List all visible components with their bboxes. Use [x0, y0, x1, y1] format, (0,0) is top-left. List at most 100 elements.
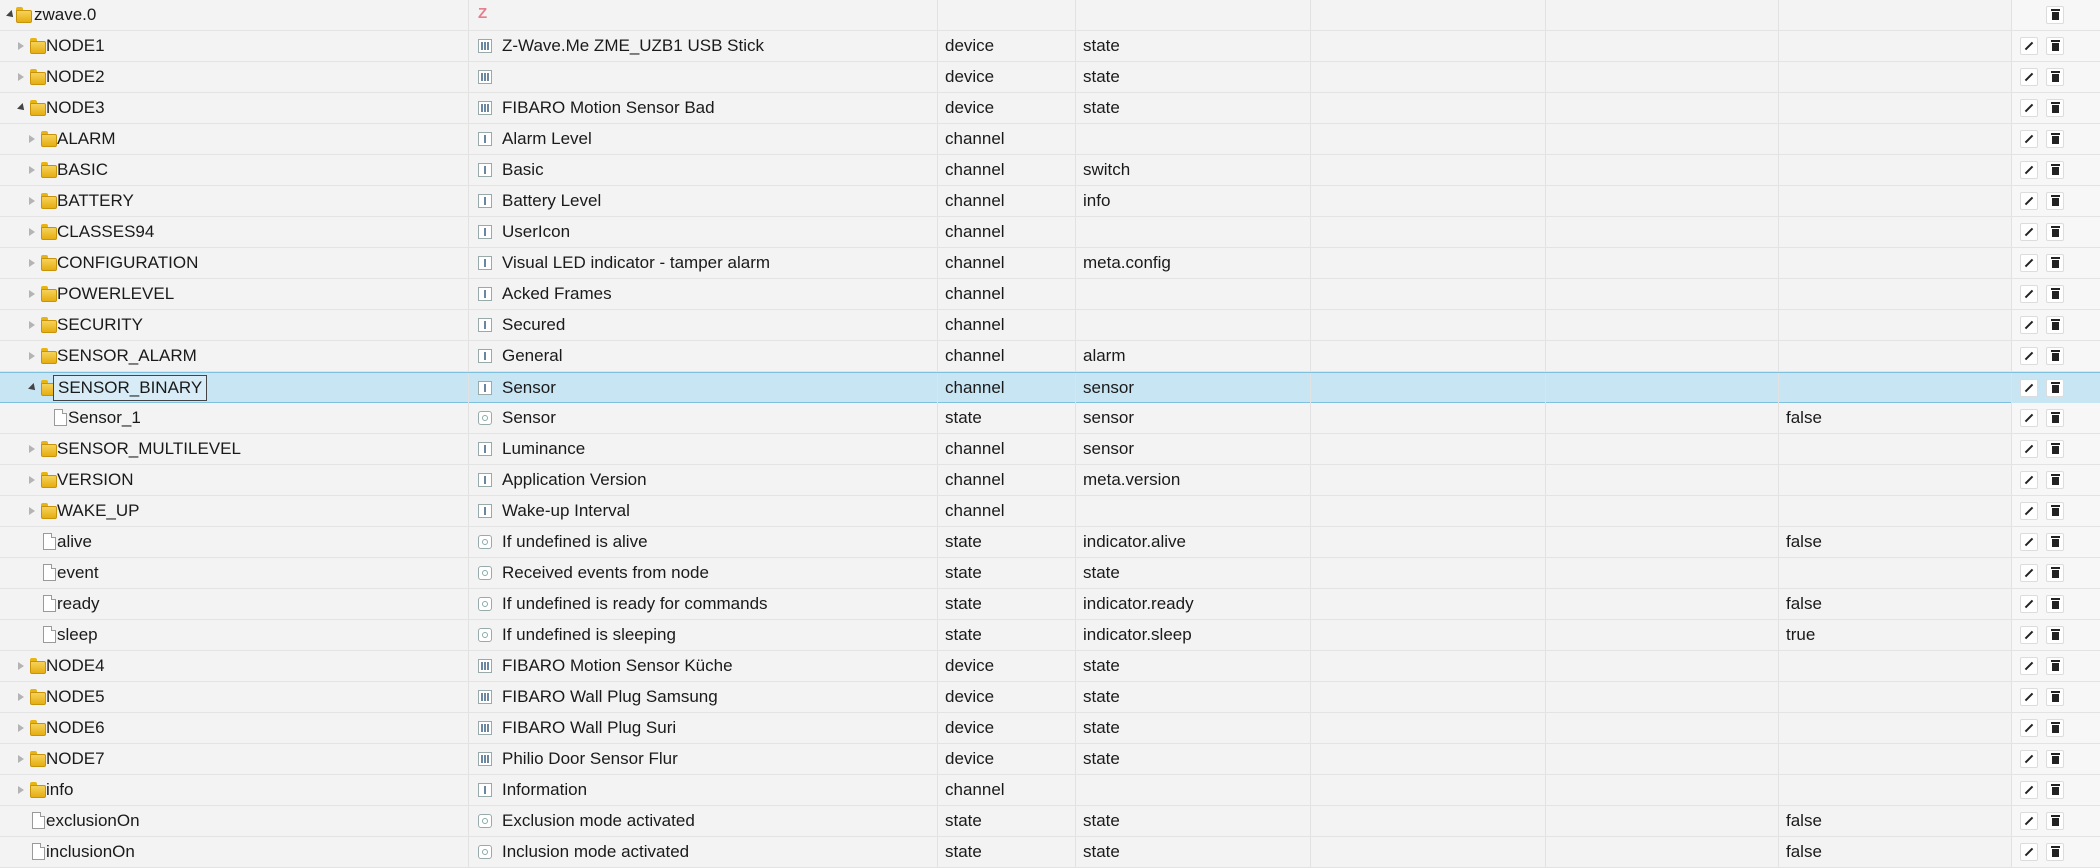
- delete-button[interactable]: [2046, 719, 2064, 737]
- delete-button[interactable]: [2046, 626, 2064, 644]
- edit-button[interactable]: [2020, 502, 2038, 520]
- expand-toggle-icon[interactable]: [29, 476, 35, 484]
- edit-button[interactable]: [2020, 161, 2038, 179]
- expand-toggle-icon[interactable]: [29, 197, 35, 205]
- delete-button[interactable]: [2046, 440, 2064, 458]
- edit-button[interactable]: [2020, 347, 2038, 365]
- expand-toggle-icon[interactable]: [29, 507, 35, 515]
- tree-row-folder[interactable]: CONFIGURATION Visual LED indicator - tamp…: [0, 248, 2100, 279]
- delete-button[interactable]: [2046, 750, 2064, 768]
- edit-button[interactable]: [2020, 379, 2038, 397]
- edit-button[interactable]: [2020, 285, 2038, 303]
- tree-row-folder[interactable]: NODE1 Z-Wave.Me ZME_UZB1 USB Stick device s…: [0, 31, 2100, 62]
- tree-row-folder[interactable]: NODE7 Philio Door Sensor Flur device state: [0, 744, 2100, 775]
- collapse-toggle-icon[interactable]: [6, 10, 16, 20]
- edit-button[interactable]: [2020, 626, 2038, 644]
- delete-button[interactable]: [2046, 379, 2064, 397]
- tree-row-state[interactable]: inclusionOn Inclusion mode activated state…: [0, 837, 2100, 868]
- edit-button[interactable]: [2020, 440, 2038, 458]
- delete-button[interactable]: [2046, 409, 2064, 427]
- edit-button[interactable]: [2020, 37, 2038, 55]
- tree-row-folder[interactable]: BATTERY Battery Level channel info: [0, 186, 2100, 217]
- edit-button[interactable]: [2020, 68, 2038, 86]
- delete-button[interactable]: [2046, 347, 2064, 365]
- delete-button[interactable]: [2046, 285, 2064, 303]
- edit-button[interactable]: [2020, 130, 2038, 148]
- delete-button[interactable]: [2046, 595, 2064, 613]
- expand-toggle-icon[interactable]: [18, 73, 24, 81]
- edit-button[interactable]: [2020, 750, 2038, 768]
- edit-button[interactable]: [2020, 223, 2038, 241]
- delete-button[interactable]: [2046, 223, 2064, 241]
- tree-row-folder[interactable]: ALARM Alarm Level channel: [0, 124, 2100, 155]
- delete-button[interactable]: [2046, 192, 2064, 210]
- tree-row-folder[interactable]: WAKE_UP Wake-up Interval channel: [0, 496, 2100, 527]
- edit-button[interactable]: [2020, 254, 2038, 272]
- tree-row-folder[interactable]: BASIC Basic channel switch: [0, 155, 2100, 186]
- expand-toggle-icon[interactable]: [29, 228, 35, 236]
- tree-row-state[interactable]: ready If undefined is ready for commands s…: [0, 589, 2100, 620]
- tree-row-state[interactable]: alive If undefined is alive state indicator…: [0, 527, 2100, 558]
- tree-row-folder[interactable]: VERSION Application Version channel meta.ve…: [0, 465, 2100, 496]
- expand-toggle-icon[interactable]: [29, 352, 35, 360]
- tree-row-folder[interactable]: NODE5 FIBARO Wall Plug Samsung device state: [0, 682, 2100, 713]
- delete-button[interactable]: [2046, 37, 2064, 55]
- delete-button[interactable]: [2046, 471, 2064, 489]
- tree-row-folder[interactable]: SENSOR_MULTILEVEL Luminance channel sensor: [0, 434, 2100, 465]
- tree-row-folder[interactable]: NODE3 FIBARO Motion Sensor Bad device state: [0, 93, 2100, 124]
- expand-toggle-icon[interactable]: [29, 259, 35, 267]
- tree-row-folder[interactable]: NODE4 FIBARO Motion Sensor Küche device sta…: [0, 651, 2100, 682]
- delete-button[interactable]: [2046, 161, 2064, 179]
- tree-row-folder[interactable]: zwave.0 Z: [0, 0, 2100, 31]
- delete-button[interactable]: [2046, 812, 2064, 830]
- tree-row-state[interactable]: sleep If undefined is sleeping state indica…: [0, 620, 2100, 651]
- tree-row-folder[interactable]: NODE6 FIBARO Wall Plug Suri device state: [0, 713, 2100, 744]
- edit-button[interactable]: [2020, 688, 2038, 706]
- edit-button[interactable]: [2020, 533, 2038, 551]
- tree-row-state[interactable]: event Received events from node state state: [0, 558, 2100, 589]
- expand-toggle-icon[interactable]: [29, 290, 35, 298]
- edit-button[interactable]: [2020, 192, 2038, 210]
- collapse-toggle-icon[interactable]: [17, 103, 27, 113]
- tree-row-folder[interactable]: SECURITY Secured channel: [0, 310, 2100, 341]
- expand-toggle-icon[interactable]: [29, 135, 35, 143]
- tree-row-folder[interactable]: NODE2 device state: [0, 62, 2100, 93]
- collapse-toggle-icon[interactable]: [28, 383, 38, 393]
- expand-toggle-icon[interactable]: [29, 166, 35, 174]
- edit-button[interactable]: [2020, 719, 2038, 737]
- delete-button[interactable]: [2046, 533, 2064, 551]
- delete-button[interactable]: [2046, 254, 2064, 272]
- delete-button[interactable]: [2046, 316, 2064, 334]
- edit-button[interactable]: [2020, 812, 2038, 830]
- edit-button[interactable]: [2020, 471, 2038, 489]
- delete-button[interactable]: [2046, 688, 2064, 706]
- expand-toggle-icon[interactable]: [18, 42, 24, 50]
- expand-toggle-icon[interactable]: [18, 786, 24, 794]
- expand-toggle-icon[interactable]: [18, 724, 24, 732]
- expand-toggle-icon[interactable]: [18, 693, 24, 701]
- delete-button[interactable]: [2046, 68, 2064, 86]
- tree-row-folder[interactable]: SENSOR_ALARM General channel alarm: [0, 341, 2100, 372]
- delete-button[interactable]: [2046, 564, 2064, 582]
- delete-button[interactable]: [2046, 130, 2064, 148]
- edit-button[interactable]: [2020, 781, 2038, 799]
- tree-row-state[interactable]: exclusionOn Exclusion mode activated state…: [0, 806, 2100, 837]
- edit-button[interactable]: [2020, 564, 2038, 582]
- expand-toggle-icon[interactable]: [18, 662, 24, 670]
- delete-button[interactable]: [2046, 781, 2064, 799]
- delete-button[interactable]: [2046, 99, 2064, 117]
- tree-row-folder[interactable]: SENSOR_BINARY Sensor channel sensor: [0, 372, 2100, 403]
- edit-button[interactable]: [2020, 99, 2038, 117]
- edit-button[interactable]: [2020, 409, 2038, 427]
- tree-row-folder[interactable]: CLASSES94 UserIcon channel: [0, 217, 2100, 248]
- tree-row-folder[interactable]: info Information channel: [0, 775, 2100, 806]
- edit-button[interactable]: [2020, 843, 2038, 861]
- delete-button[interactable]: [2046, 6, 2064, 24]
- edit-button[interactable]: [2020, 657, 2038, 675]
- expand-toggle-icon[interactable]: [29, 321, 35, 329]
- tree-row-state[interactable]: Sensor_1 Sensor state sensor false: [0, 403, 2100, 434]
- delete-button[interactable]: [2046, 843, 2064, 861]
- edit-button[interactable]: [2020, 595, 2038, 613]
- expand-toggle-icon[interactable]: [29, 445, 35, 453]
- delete-button[interactable]: [2046, 502, 2064, 520]
